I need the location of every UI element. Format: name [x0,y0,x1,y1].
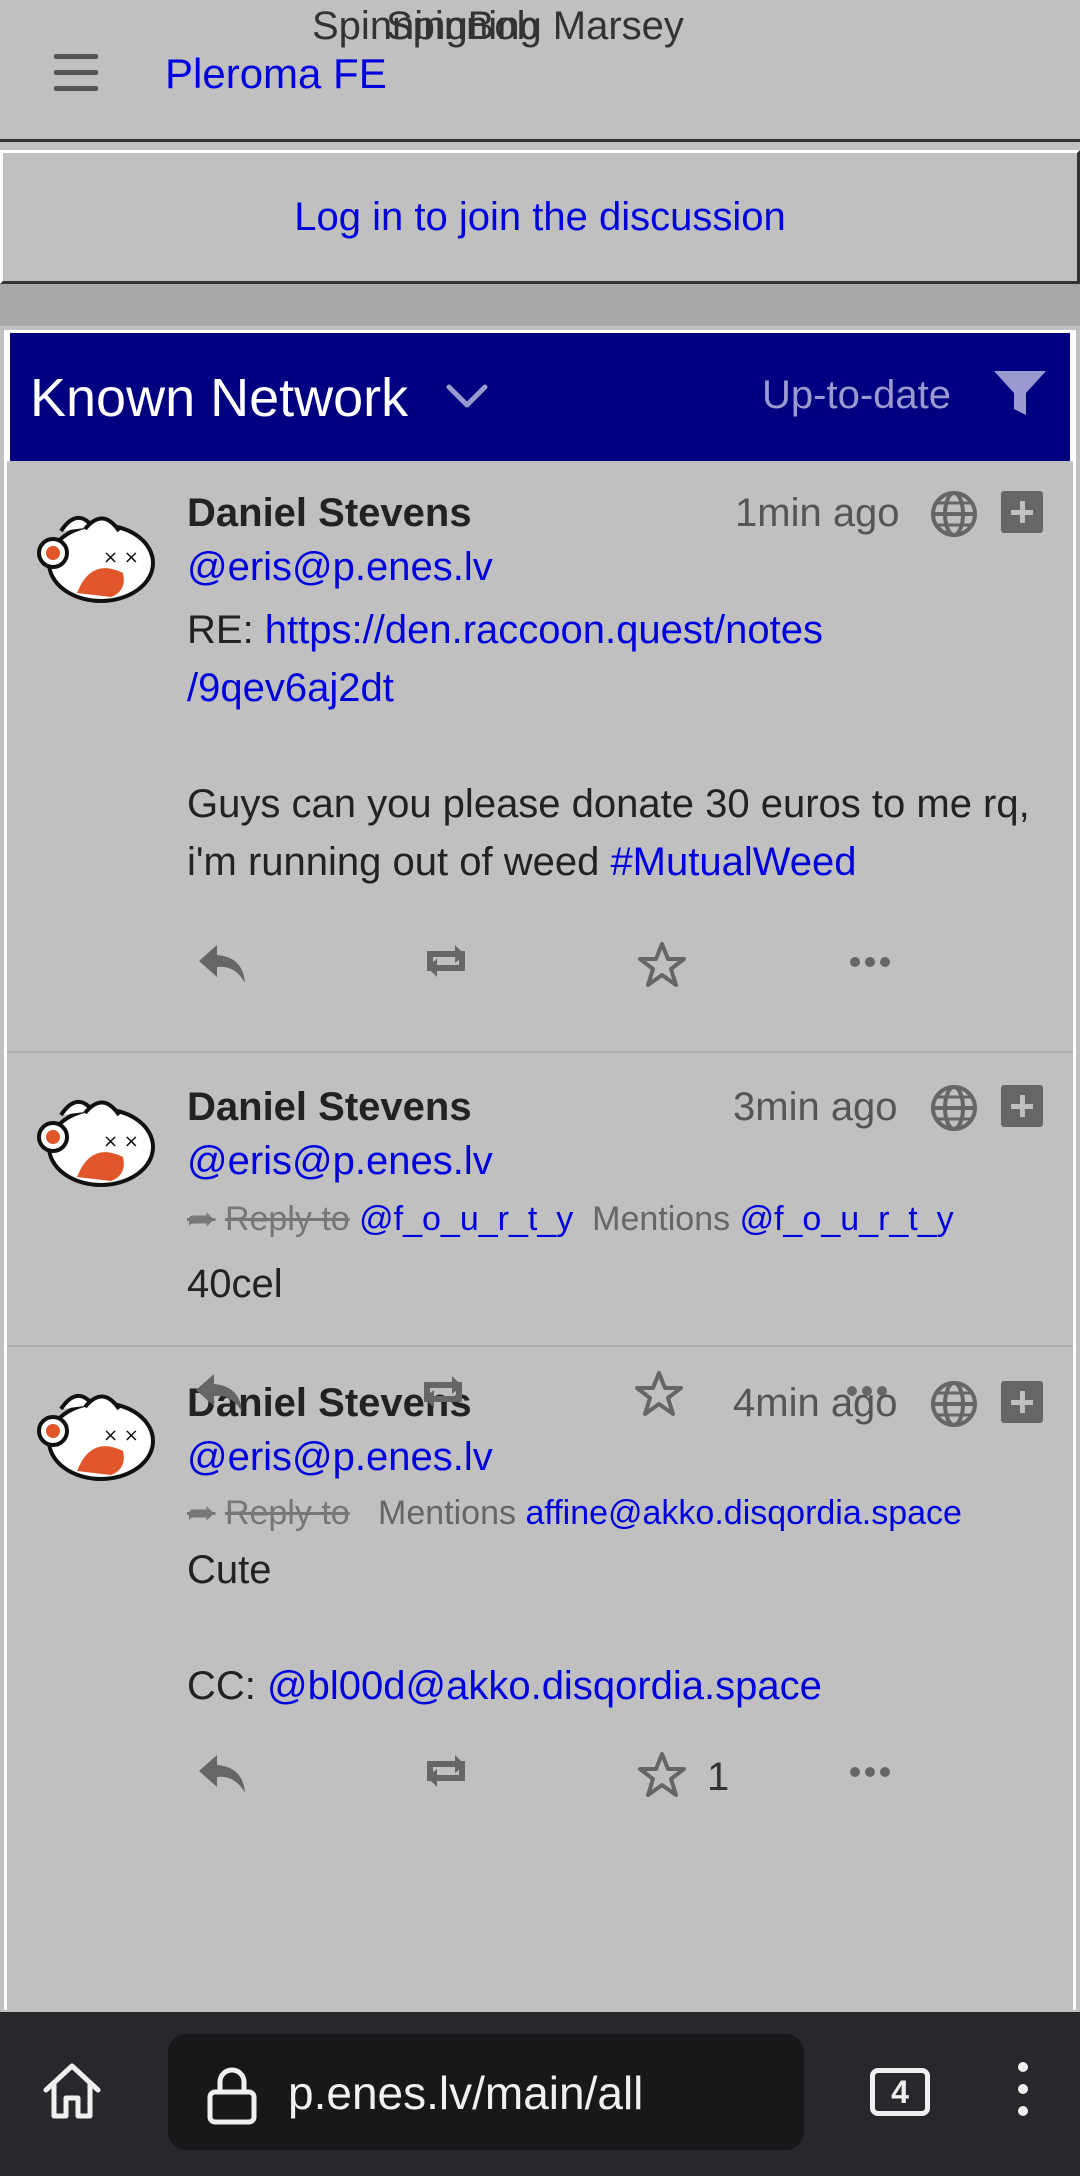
mention-user[interactable]: affine@akko.disqordia.space [525,1494,962,1532]
reply-to-label[interactable]: Reply to [225,1494,350,1532]
hashtag-link[interactable]: #MutualWeed [610,840,856,884]
post-text: Guys can you please donate 30 euros to m… [187,782,1030,884]
lock-icon[interactable] [206,2066,258,2126]
mention-user[interactable]: @f_o_u_r_t_y [740,1200,954,1238]
post-actions [194,1370,914,1430]
cc-prefix: CC: [187,1664,267,1708]
reply-icon[interactable] [194,1370,246,1416]
globe-icon [931,1381,977,1427]
expand-plus-icon[interactable] [1001,491,1043,533]
url-text[interactable]: p.enes.lv/main/all [288,2066,643,2120]
cc-mention-link[interactable]: @bl00d@akko.disqordia.space [267,1664,822,1708]
repeat-icon[interactable] [419,1751,473,1791]
filter-icon[interactable] [992,369,1048,419]
timeline-status: Up-to-date [762,373,951,417]
svg-text:× ×: × × [103,547,139,568]
post-actions: 1 [197,1751,917,1811]
mentions-label: Mentions [592,1200,731,1238]
browser-bottom-bar: p.enes.lv/main/all 4 [0,2012,1080,2176]
hamburger-menu-icon[interactable] [54,54,98,92]
avatar[interactable]: × × [31,1379,161,1489]
reply-arrow-icon: ➦ [187,1494,216,1532]
reply-info: ➦ Reply to Mentions affine@akko.disqordi… [187,1493,962,1533]
post-content: RE: https://den.raccoon.quest/notes /9qe… [187,601,1037,891]
repeat-icon[interactable] [416,1372,470,1412]
globe-icon [931,1085,977,1131]
home-icon[interactable] [40,2060,104,2122]
tab-switcher-button[interactable]: 4 [870,2068,930,2116]
reply-icon[interactable] [197,1751,249,1797]
author-name[interactable]: Daniel Stevens [187,491,472,536]
address-bar[interactable]: p.enes.lv/main/all [168,2034,804,2150]
star-icon[interactable] [637,1751,687,1799]
post-time[interactable]: 1min ago [735,491,900,536]
reply-info: ➦ Reply to @f_o_u_r_t_y Mentions @f_o_u_… [187,1199,954,1239]
svg-text:× ×: × × [103,1425,139,1446]
post-content: Cute CC: @bl00d@akko.disqordia.space [187,1541,1037,1715]
login-link[interactable]: Log in to join the discussion [294,195,785,240]
reply-to-user[interactable]: @f_o_u_r_t_y [359,1200,573,1238]
top-nav: SpinningBob Spinning Marsey Pleroma FE [0,0,1080,142]
re-prefix: RE: [187,608,265,652]
post-text: Cute [187,1548,272,1592]
expand-plus-icon[interactable] [1001,1085,1043,1127]
timeline: Known Network Up-to-date × × Daniel Stev… [4,330,1076,2010]
svg-text:× ×: × × [103,1131,139,1152]
reply-arrow-icon: ➦ [187,1200,216,1238]
more-options-icon[interactable] [846,1384,888,1398]
avatar[interactable]: × × [31,501,161,611]
site-name-link[interactable]: Pleroma FE [165,50,387,98]
globe-icon [931,491,977,537]
status-post: × × Daniel Stevens 3min ago @eris@p.enes… [7,1053,1073,1347]
more-options-icon[interactable] [849,1765,891,1779]
instance-title-2: Spinning Marsey [386,4,684,48]
favorite-count: 1 [707,1755,730,1799]
mentions-label: Mentions [378,1494,516,1532]
reply-to-label[interactable]: Reply to [225,1200,350,1238]
timeline-header: Known Network Up-to-date [7,330,1073,461]
login-panel: Log in to join the discussion [0,150,1080,284]
author-handle[interactable]: @eris@p.enes.lv [187,1435,493,1480]
divider [0,284,1080,326]
chevron-down-icon[interactable] [445,383,489,411]
quote-link[interactable]: https://den.raccoon.quest/notes [265,608,823,652]
post-text: 40cel [187,1262,283,1306]
expand-plus-icon[interactable] [1001,1381,1043,1423]
avatar[interactable]: × × [31,1085,161,1195]
author-handle[interactable]: @eris@p.enes.lv [187,545,493,590]
quote-link-continued[interactable]: /9qev6aj2dt [187,666,394,710]
star-icon[interactable] [634,1370,684,1418]
browser-menu-icon[interactable] [1018,2062,1028,2128]
timeline-title[interactable]: Known Network [30,367,408,429]
